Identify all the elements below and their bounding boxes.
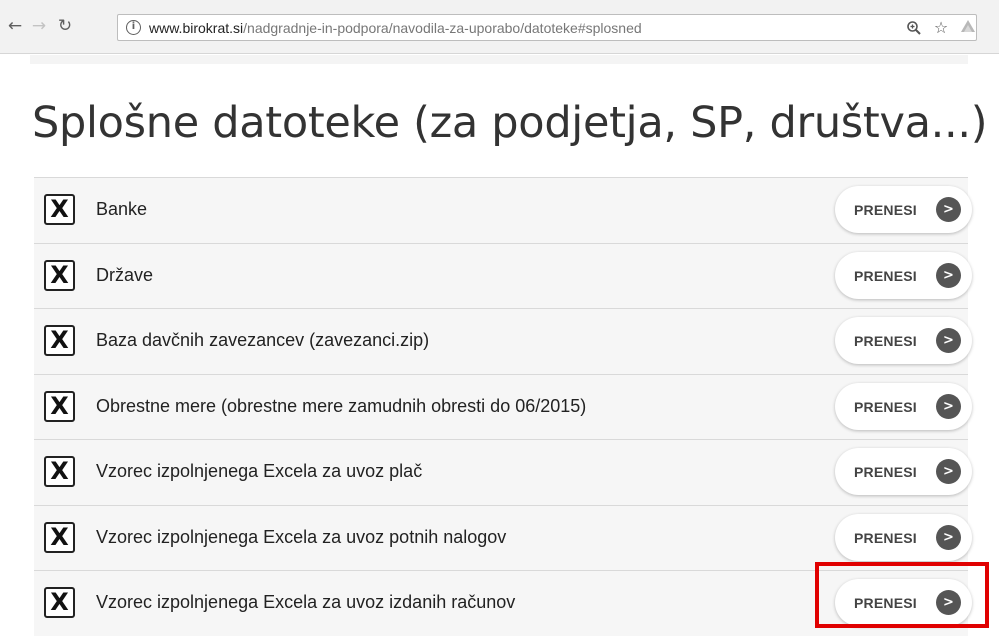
info-icon[interactable]: i [126,20,141,35]
reload-icon[interactable]: ↻ [54,15,76,37]
file-row-place: X Vzorec izpolnjenega Excela za uvoz pla… [34,440,972,506]
file-name: Države [96,264,154,285]
excel-file-icon: X [44,194,75,225]
download-button[interactable]: PRENESI > [835,382,972,430]
excel-file-icon: X [44,587,75,618]
download-button[interactable]: PRENESI > [835,186,972,233]
page-title: Splošne datoteke (za podjetja, SP, društ… [32,98,988,148]
file-row-izdani-racuni: X Vzorec izpolnjenega Excela za uvoz izd… [34,571,972,636]
download-label: PRENESI [854,333,917,349]
file-name: Baza davčnih zavezancev (zavezanci.zip) [96,330,430,350]
arrow-right-icon: > [936,328,961,353]
arrow-right-icon: > [936,262,961,288]
excel-file-icon: X [44,521,75,553]
excel-file-icon: X [44,259,75,291]
back-arrow-icon[interactable]: ← [4,15,26,37]
download-label: PRENESI [854,464,917,480]
file-name: Vzorec izpolnjenega Excela za uvoz potni… [96,526,507,547]
file-row-potni-nalogi: X Vzorec izpolnjenega Excela za uvoz pot… [34,505,972,571]
download-label: PRENESI [854,267,917,284]
download-label: PRENESI [854,398,917,415]
download-button[interactable]: PRENESI > [835,448,972,495]
download-label: PRENESI [854,202,917,218]
file-name: Vzorec izpolnjenega Excela za uvoz plač [96,461,423,481]
file-list: X Banke PRENESI > X Države PRENESI > X B… [34,177,972,636]
download-label: PRENESI [854,529,917,546]
excel-file-icon: X [44,390,75,422]
address-bar[interactable]: i www.birokrat.si/nadgradnje-in-podpora/… [117,14,977,41]
forward-arrow-icon[interactable]: → [28,15,50,37]
arrow-right-icon: > [936,524,961,550]
browser-toolbar: ← → ↻ i www.birokrat.si/nadgradnje-in-po… [0,0,999,54]
download-button[interactable]: PRENESI > [835,251,972,299]
arrow-right-icon: > [936,459,961,484]
file-row-drzave: X Države PRENESI > [34,243,972,309]
extension-icon[interactable] [958,17,978,37]
file-row-zavezanci: X Baza davčnih zavezancev (zavezanci.zip… [34,309,972,375]
url-text[interactable]: www.birokrat.si/nadgradnje-in-podpora/na… [149,20,642,36]
zoom-icon[interactable] [904,18,924,38]
download-label: PRENESI [854,595,917,611]
bookmark-star-icon[interactable]: ☆ [931,18,951,38]
download-button[interactable]: PRENESI > [835,513,972,561]
file-row-obrestne-mere: X Obrestne mere (obrestne mere zamudnih … [34,374,972,440]
excel-file-icon: X [44,325,75,356]
header-strip [30,55,968,64]
arrow-right-icon: > [936,590,961,615]
download-button[interactable]: PRENESI > [835,317,972,364]
excel-file-icon: X [44,456,75,487]
arrow-right-icon: > [936,393,961,419]
file-name: Obrestne mere (obrestne mere zamudnih ob… [96,395,587,416]
file-name: Banke [96,199,148,219]
file-name: Vzorec izpolnjenega Excela za uvoz izdan… [96,592,516,612]
file-row-banke: X Banke PRENESI > [34,178,972,244]
arrow-right-icon: > [936,197,961,222]
url-host: www.birokrat.si [149,20,244,36]
download-button[interactable]: PRENESI > [835,579,972,626]
url-path: /nadgradnje-in-podpora/navodila-za-upora… [243,20,642,36]
